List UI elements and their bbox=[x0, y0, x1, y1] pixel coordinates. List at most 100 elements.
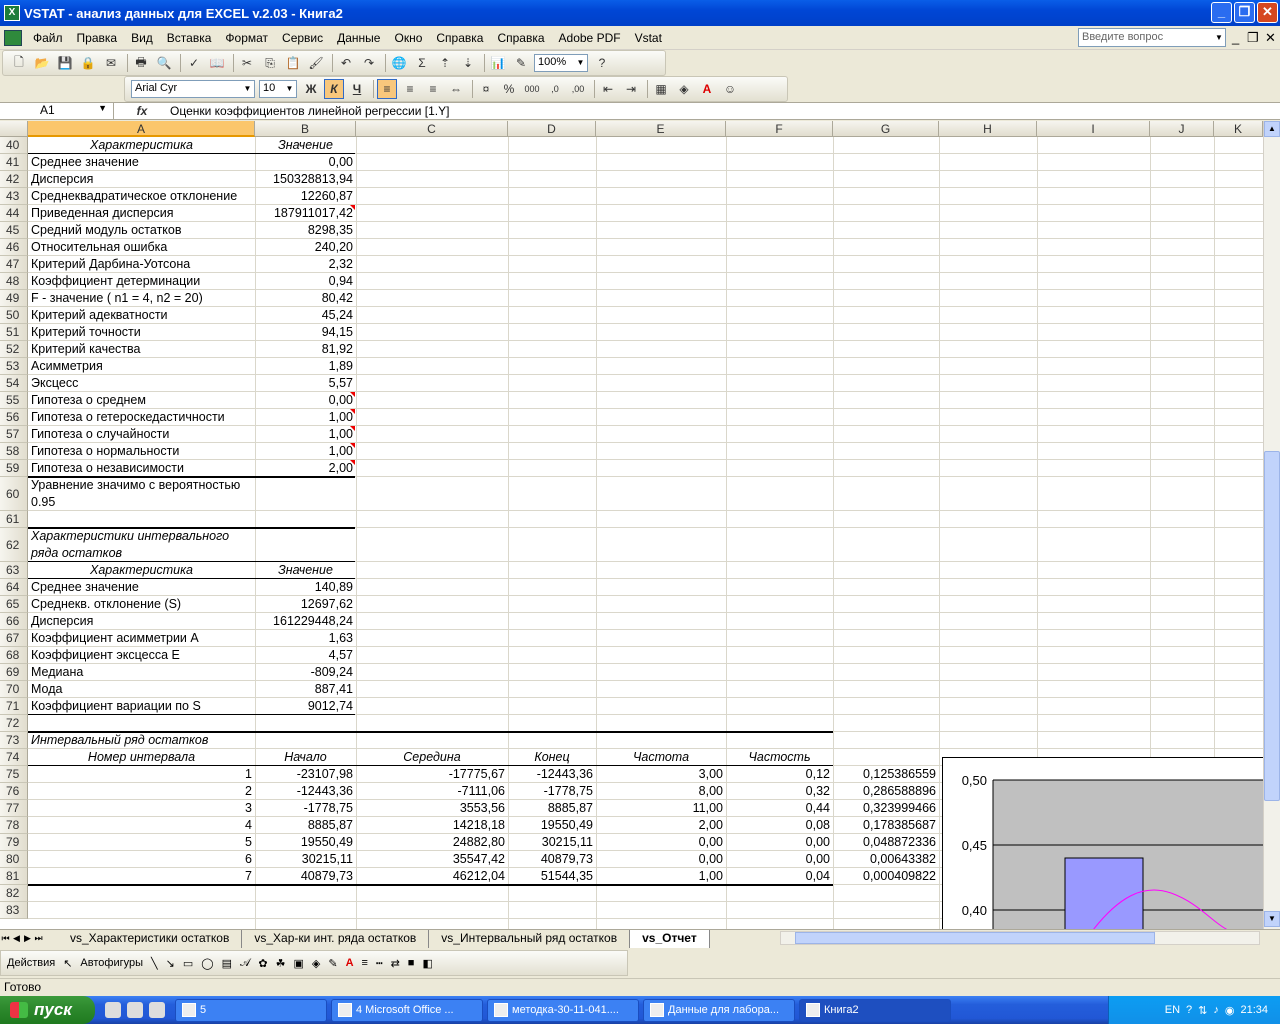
arrow-style-icon[interactable]: ⇄ bbox=[391, 957, 400, 970]
ask-question-input[interactable]: Введите вопрос ▼ bbox=[1078, 28, 1226, 47]
taskbar-item-office[interactable]: 4 Microsoft Office ... bbox=[331, 998, 483, 1022]
smiley-icon[interactable]: ☺ bbox=[720, 79, 740, 99]
quicklaunch-icon-1[interactable] bbox=[105, 1002, 121, 1018]
row-header-58[interactable]: 58 bbox=[0, 443, 28, 460]
excel-app-icon[interactable]: X bbox=[4, 5, 20, 21]
permission-icon[interactable]: 🔒 bbox=[78, 53, 98, 73]
underline-button[interactable]: Ч bbox=[347, 79, 367, 99]
row-header-75[interactable]: 75 bbox=[0, 766, 28, 783]
fill-color-icon[interactable]: ◈ bbox=[674, 79, 694, 99]
row-header-68[interactable]: 68 bbox=[0, 647, 28, 664]
open-icon[interactable]: 📂 bbox=[32, 53, 52, 73]
font-color-draw-icon[interactable]: A bbox=[346, 957, 354, 969]
row-header-41[interactable]: 41 bbox=[0, 154, 28, 171]
name-box[interactable]: A1 ▼ bbox=[0, 103, 114, 119]
zoom-select[interactable]: 100% ▼ bbox=[534, 54, 588, 72]
email-icon[interactable]: ✉ bbox=[101, 53, 121, 73]
line-color-icon[interactable]: ✎ bbox=[328, 957, 337, 970]
row-header-72[interactable]: 72 bbox=[0, 715, 28, 732]
row-header-54[interactable]: 54 bbox=[0, 375, 28, 392]
autoshapes-button[interactable]: Автофигуры bbox=[80, 957, 143, 969]
menu-help-2[interactable]: Справка bbox=[490, 31, 551, 45]
print-icon[interactable]: 🖶 bbox=[131, 53, 151, 73]
column-header-d[interactable]: D bbox=[508, 121, 596, 137]
network-icon[interactable]: ⇅ bbox=[1198, 1004, 1207, 1017]
row-header-56[interactable]: 56 bbox=[0, 409, 28, 426]
formula-input[interactable]: Оценки коэффициентов линейной регрессии … bbox=[170, 104, 449, 118]
column-header-e[interactable]: E bbox=[596, 121, 726, 137]
row-header-80[interactable]: 80 bbox=[0, 851, 28, 868]
row-header-77[interactable]: 77 bbox=[0, 800, 28, 817]
percent-icon[interactable]: % bbox=[499, 79, 519, 99]
quicklaunch-icon-3[interactable] bbox=[149, 1002, 165, 1018]
start-button[interactable]: пуск bbox=[0, 996, 95, 1024]
column-header-b[interactable]: B bbox=[255, 121, 356, 137]
taskbar-item-folder[interactable]: 5 bbox=[175, 998, 327, 1022]
row-header-45[interactable]: 45 bbox=[0, 222, 28, 239]
horizontal-scroll-thumb[interactable] bbox=[795, 932, 1155, 944]
select-all-corner[interactable] bbox=[0, 121, 28, 137]
row-header-44[interactable]: 44 bbox=[0, 205, 28, 222]
doc-restore-button[interactable]: ❐ bbox=[1247, 30, 1259, 46]
hyperlink-icon[interactable]: 🌐 bbox=[389, 53, 409, 73]
menu-view[interactable]: Вид bbox=[124, 31, 160, 45]
tab-residuals[interactable]: vs_Характеристики остатков bbox=[58, 929, 243, 948]
autosum-icon[interactable]: Σ bbox=[412, 53, 432, 73]
row-header-65[interactable]: 65 bbox=[0, 596, 28, 613]
align-center-icon[interactable]: ≡ bbox=[400, 79, 420, 99]
scroll-up-icon[interactable]: ▲ bbox=[1264, 121, 1280, 137]
taskbar-item-metodka[interactable]: методка-30-11-041.... bbox=[487, 998, 639, 1022]
menu-adobe-pdf[interactable]: Adobe PDF bbox=[552, 31, 628, 45]
doc-close-button[interactable]: ✕ bbox=[1265, 30, 1276, 46]
font-size-select[interactable]: 10 ▼ bbox=[259, 80, 297, 98]
workbook-icon[interactable] bbox=[4, 29, 22, 46]
bold-button[interactable]: Ж bbox=[301, 79, 321, 99]
row-header-47[interactable]: 47 bbox=[0, 256, 28, 273]
row-header-76[interactable]: 76 bbox=[0, 783, 28, 800]
italic-button[interactable]: К bbox=[324, 79, 344, 99]
language-indicator[interactable]: EN bbox=[1165, 1004, 1180, 1016]
vertical-scroll-thumb[interactable] bbox=[1264, 451, 1280, 801]
doc-minimize-button[interactable]: _ bbox=[1232, 30, 1239, 45]
line-icon[interactable]: ╲ bbox=[151, 957, 158, 970]
currency-icon[interactable]: ¤ bbox=[476, 79, 496, 99]
row-header-66[interactable]: 66 bbox=[0, 613, 28, 630]
menu-data[interactable]: Данные bbox=[330, 31, 387, 45]
prev-sheet-icon[interactable]: ◀ bbox=[11, 933, 22, 944]
row-header-60[interactable]: 60 bbox=[0, 477, 28, 511]
column-header-c[interactable]: C bbox=[356, 121, 508, 137]
draw-actions-button[interactable]: Действия bbox=[7, 957, 55, 969]
scroll-down-icon[interactable]: ▼ bbox=[1264, 911, 1280, 927]
menu-tools[interactable]: Сервис bbox=[275, 31, 330, 45]
clipart-icon[interactable]: ☘ bbox=[276, 957, 286, 970]
row-header-52[interactable]: 52 bbox=[0, 341, 28, 358]
align-left-icon[interactable]: ≡ bbox=[377, 79, 397, 99]
menu-insert[interactable]: Вставка bbox=[160, 31, 219, 45]
column-header-i[interactable]: I bbox=[1037, 121, 1150, 137]
menu-edit[interactable]: Правка bbox=[70, 31, 125, 45]
print-preview-icon[interactable]: 🔍 bbox=[154, 53, 174, 73]
taskbar-item-data[interactable]: Данные для лабора... bbox=[643, 998, 795, 1022]
column-header-h[interactable]: H bbox=[939, 121, 1037, 137]
copy-icon[interactable]: ⎘ bbox=[260, 53, 280, 73]
row-header-71[interactable]: 71 bbox=[0, 698, 28, 715]
row-header-74[interactable]: 74 bbox=[0, 749, 28, 766]
column-header-g[interactable]: G bbox=[833, 121, 939, 137]
textbox-icon[interactable]: ▤ bbox=[222, 957, 232, 970]
fx-icon[interactable]: fx bbox=[114, 104, 170, 118]
volume-icon[interactable]: ♪ bbox=[1213, 1004, 1219, 1016]
font-color-icon[interactable]: A bbox=[697, 79, 717, 99]
cut-icon[interactable]: ✂ bbox=[237, 53, 257, 73]
spelling-icon[interactable]: ✓ bbox=[184, 53, 204, 73]
redo-icon[interactable]: ↷ bbox=[359, 53, 379, 73]
line-style-icon[interactable]: ≡ bbox=[362, 957, 368, 969]
column-header-f[interactable]: F bbox=[726, 121, 833, 137]
row-header-64[interactable]: 64 bbox=[0, 579, 28, 596]
column-header-k[interactable]: K bbox=[1214, 121, 1263, 137]
help-icon[interactable]: ? bbox=[592, 53, 612, 73]
menu-vstat[interactable]: Vstat bbox=[628, 31, 669, 45]
menu-help[interactable]: Справка bbox=[429, 31, 490, 45]
taskbar-item-book2[interactable]: Книга2 bbox=[799, 998, 951, 1022]
align-right-icon[interactable]: ≡ bbox=[423, 79, 443, 99]
select-objects-icon[interactable]: ↖ bbox=[63, 957, 72, 970]
